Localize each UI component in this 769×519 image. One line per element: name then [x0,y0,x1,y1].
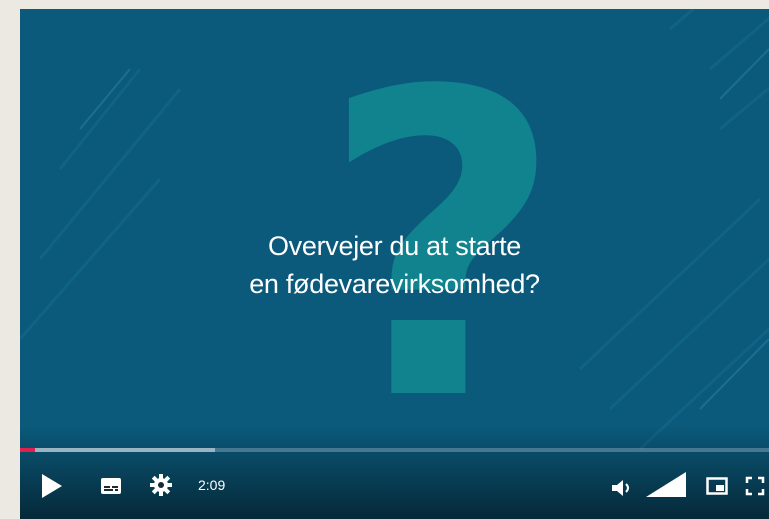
gear-icon [150,474,172,496]
volume-button[interactable] [611,478,633,498]
fullscreen-icon [745,476,765,496]
miniplayer-icon [706,477,728,495]
volume-icon [612,480,629,496]
play-icon [42,474,62,498]
progress-buffered [20,448,215,452]
headline-line-2: en fødevarevirksomhed? [249,269,540,299]
headline-line-1: Overvejer du at starte [267,231,521,261]
miniplayer-button[interactable] [706,476,728,496]
captions-button[interactable] [100,476,122,496]
video-player[interactable]: ? Overvejer du at starte en fødevarevirk… [20,9,769,519]
fullscreen-button[interactable] [745,476,765,496]
progress-bar[interactable] [20,448,769,452]
volume-level-icon [646,472,686,497]
current-time: 2:09 [198,477,226,493]
settings-button[interactable] [150,474,172,496]
captions-icon [101,478,121,494]
progress-played [20,448,35,452]
play-button[interactable] [40,472,64,500]
video-headline: Overvejer du at starte en fødevarevirkso… [20,227,769,303]
volume-slider[interactable] [646,472,686,498]
